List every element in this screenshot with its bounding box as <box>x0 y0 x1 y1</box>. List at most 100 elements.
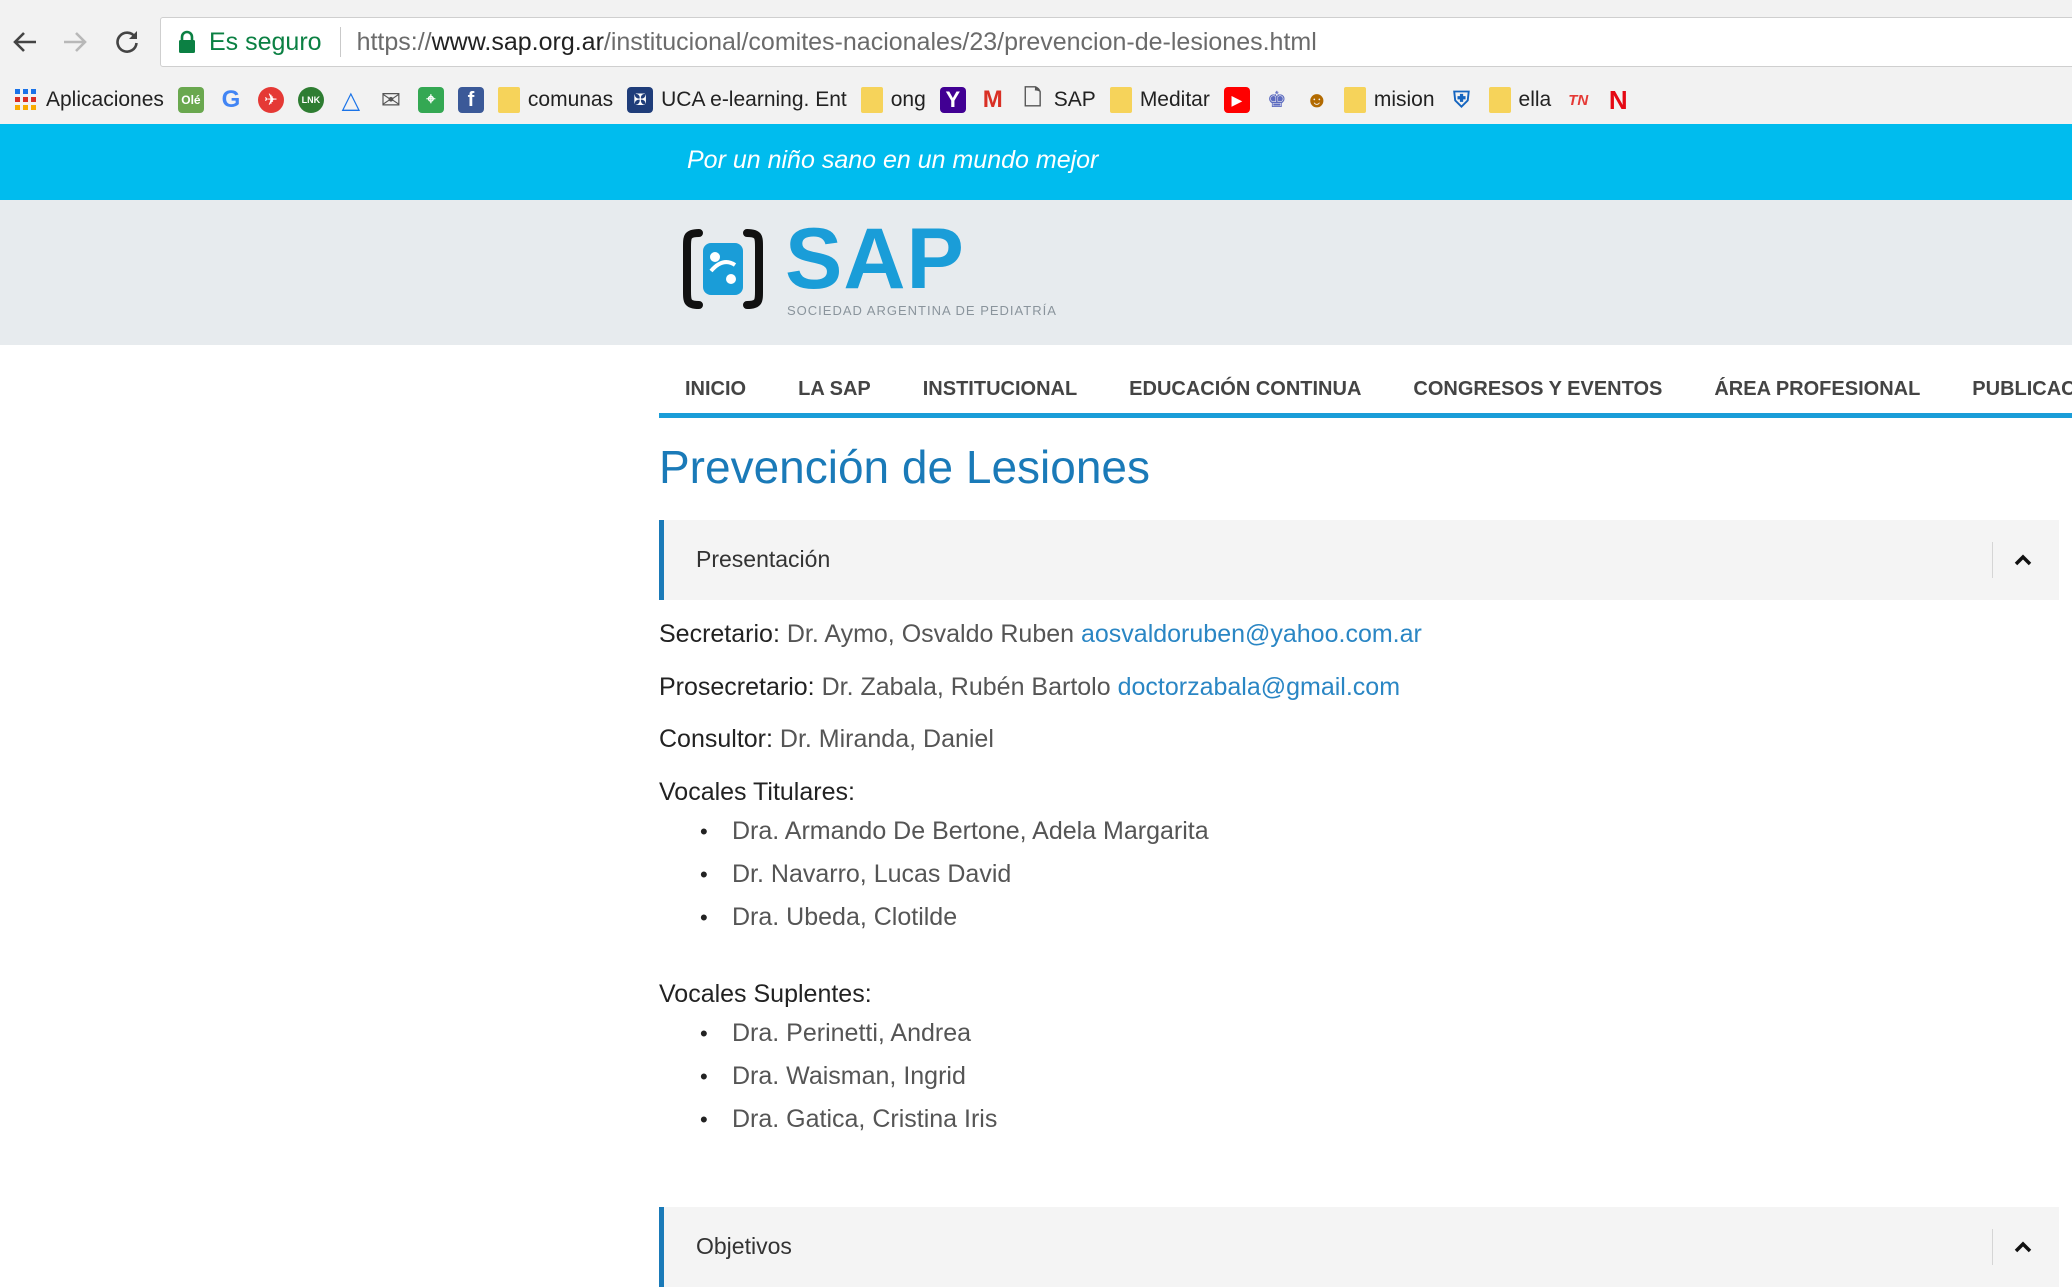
bookmark-emblem[interactable]: ♚ <box>1264 87 1290 113</box>
accordion-title: Objetivos <box>696 1233 792 1259</box>
apps-grid-icon <box>15 89 36 110</box>
accordion-divider <box>1992 1229 1993 1265</box>
bookmark-person[interactable]: ☻ <box>1304 87 1330 113</box>
accordion-divider <box>1992 542 1993 578</box>
bookmark-maps[interactable]: ⌖ <box>417 87 444 113</box>
bookmark-apps-label: Aplicaciones <box>46 88 164 111</box>
bookmark-ole[interactable]: Olé <box>177 87 204 113</box>
bookmark-yahoo[interactable]: Y <box>939 87 966 113</box>
logo-subtitle: SOCIEDAD ARGENTINA DE PEDIATRÍA <box>787 303 1057 318</box>
main-navigation: INICIO LA SAP INSTITUCIONAL EDUCACIÓN CO… <box>659 363 2072 418</box>
bookmark-uca[interactable]: ✠ UCA e-learning. Ent <box>627 87 847 113</box>
consultor-label: Consultor: <box>659 725 773 753</box>
bookmark-apps[interactable]: Aplicaciones <box>14 88 164 112</box>
bookmark-mail[interactable]: ✉ <box>378 87 404 114</box>
back-button[interactable] <box>8 22 42 62</box>
list-item: Dra. Gatica, Cristina Iris <box>700 1098 997 1141</box>
vocales-titulares-label: Vocales Titulares: <box>659 778 855 806</box>
list-item: Dr. Navarro, Lucas David <box>700 853 1209 896</box>
bookmark-ong[interactable]: ong <box>860 87 926 113</box>
emblem-icon: ♚ <box>1266 87 1287 112</box>
bookmark-sap[interactable]: 🗋 SAP <box>1020 85 1096 113</box>
bookmark-link[interactable]: LNK <box>297 87 324 113</box>
google-icon: G <box>221 86 241 113</box>
bookmark-ong-label: ong <box>890 88 926 111</box>
bookmarks-bar: Aplicaciones Olé G ✈ LNK △ ✉ ⌖ f comunas… <box>0 80 2072 120</box>
vocales-titulares-list: Dra. Armando De Bertone, Adela Margarita… <box>700 810 1209 939</box>
bookmark-uca-label: UCA e-learning. Ent <box>661 88 847 111</box>
nav-item-area-profesional[interactable]: ÁREA PROFESIONAL <box>1688 363 1946 413</box>
yahoo-icon: Y <box>939 87 966 113</box>
forward-arrow-icon <box>64 32 87 52</box>
person-icon: ☻ <box>1305 87 1329 112</box>
chevron-up-icon[interactable] <box>2011 548 2035 572</box>
bookmark-meditar[interactable]: Meditar <box>1109 87 1210 113</box>
secure-label: Es seguro <box>209 27 322 56</box>
page-icon: 🗋 <box>1023 85 1042 110</box>
folder-icon <box>497 87 520 113</box>
nav-item-publicaciones[interactable]: PUBLICACIO <box>1946 363 2072 413</box>
nav-item-congresos-y-eventos[interactable]: CONGRESOS Y EVENTOS <box>1387 363 1688 413</box>
reload-icon <box>116 31 138 53</box>
logo-wordmark[interactable]: SAP <box>785 216 965 302</box>
bookmark-comunas[interactable]: comunas <box>497 87 614 113</box>
site-header: SAP SOCIEDAD ARGENTINA DE PEDIATRÍA <box>0 200 2072 345</box>
secretario-row: Secretario: Dr. Aymo, Osvaldo Ruben aosv… <box>659 620 1422 649</box>
maps-pin-icon: ⌖ <box>417 87 444 113</box>
bookmark-drive[interactable]: △ <box>338 86 364 114</box>
bookmark-ella-label: ella <box>1518 88 1552 111</box>
url-path: /institucional/comites-nacionales/23/pre… <box>603 27 1317 56</box>
secretario-label: Secretario: <box>659 620 780 648</box>
vocales-suplentes-list: Dra. Perinetti, Andrea Dra. Waisman, Ing… <box>700 1012 997 1141</box>
vocales-suplentes-heading: Vocales Suplentes: <box>659 980 872 1009</box>
bookmark-meditar-label: Meditar <box>1139 88 1210 111</box>
youtube-icon: ▶ <box>1223 87 1250 113</box>
list-item: Dra. Waisman, Ingrid <box>700 1055 997 1098</box>
nav-item-institucional[interactable]: INSTITUCIONAL <box>897 363 1103 413</box>
bookmark-gmail[interactable]: M <box>980 86 1006 113</box>
drive-triangle-icon: △ <box>341 86 361 114</box>
site-tagline: Por un niño sano en un mundo mejor <box>687 146 1099 174</box>
consultor-name: Dr. Miranda, Daniel <box>779 725 994 753</box>
sap-logo-icon[interactable] <box>683 227 763 311</box>
secretario-email-link[interactable]: aosvaldoruben@yahoo.com.ar <box>1081 620 1422 648</box>
address-bar[interactable]: Es seguro https://www.sap.org.ar/institu… <box>160 17 2072 67</box>
lock-icon <box>179 30 195 53</box>
bookmark-shield[interactable]: ⛨ <box>1449 87 1475 113</box>
prosecretario-email-link[interactable]: doctorzabala@gmail.com <box>1118 673 1400 701</box>
prosecretario-label: Prosecretario: <box>659 673 815 701</box>
bookmark-netflix[interactable]: N <box>1605 84 1631 115</box>
tn-icon: TN <box>1568 91 1589 109</box>
url-text: https://www.sap.org.ar/institucional/com… <box>357 28 1317 57</box>
shield-icon: ⛨ <box>1453 87 1470 112</box>
ole-icon: Olé <box>177 87 204 113</box>
folder-icon <box>860 87 883 113</box>
bookmark-mision[interactable]: mision <box>1343 87 1435 113</box>
uca-shield-icon: ✠ <box>627 87 654 113</box>
nav-item-la-sap[interactable]: LA SAP <box>772 363 897 413</box>
chevron-up-icon[interactable] <box>2011 1235 2035 1259</box>
nav-item-inicio[interactable]: INICIO <box>659 363 772 413</box>
browser-chrome: Es seguro https://www.sap.org.ar/institu… <box>0 0 2072 125</box>
forward-button[interactable] <box>58 22 92 62</box>
folder-icon <box>1488 87 1511 113</box>
list-item: Dra. Perinetti, Andrea <box>700 1012 997 1055</box>
accordion-presentacion[interactable]: Presentación <box>659 520 2059 600</box>
bookmark-tn[interactable]: TN <box>1565 87 1591 113</box>
omnibox-divider <box>339 27 341 57</box>
bookmark-sap-label: SAP <box>1053 88 1096 111</box>
netflix-icon: N <box>1608 84 1628 115</box>
accordion-objetivos[interactable]: Objetivos <box>659 1207 2059 1287</box>
bookmark-facebook[interactable]: f <box>457 87 484 113</box>
prosecretario-row: Prosecretario: Dr. Zabala, Rubén Bartolo… <box>659 673 1400 702</box>
reload-button[interactable] <box>110 22 144 62</box>
bookmark-red-logo[interactable]: ✈ <box>257 87 284 113</box>
bookmark-youtube[interactable]: ▶ <box>1223 87 1250 113</box>
bookmark-ella[interactable]: ella <box>1488 87 1552 113</box>
bookmark-google[interactable]: G <box>218 86 244 113</box>
back-arrow-icon <box>13 32 36 52</box>
consultor-row: Consultor: Dr. Miranda, Daniel <box>659 725 994 754</box>
bookmark-comunas-label: comunas <box>527 88 614 111</box>
nav-item-educacion-continua[interactable]: EDUCACIÓN CONTINUA <box>1103 363 1387 413</box>
tagline-bar: Por un niño sano en un mundo mejor <box>0 124 2072 200</box>
